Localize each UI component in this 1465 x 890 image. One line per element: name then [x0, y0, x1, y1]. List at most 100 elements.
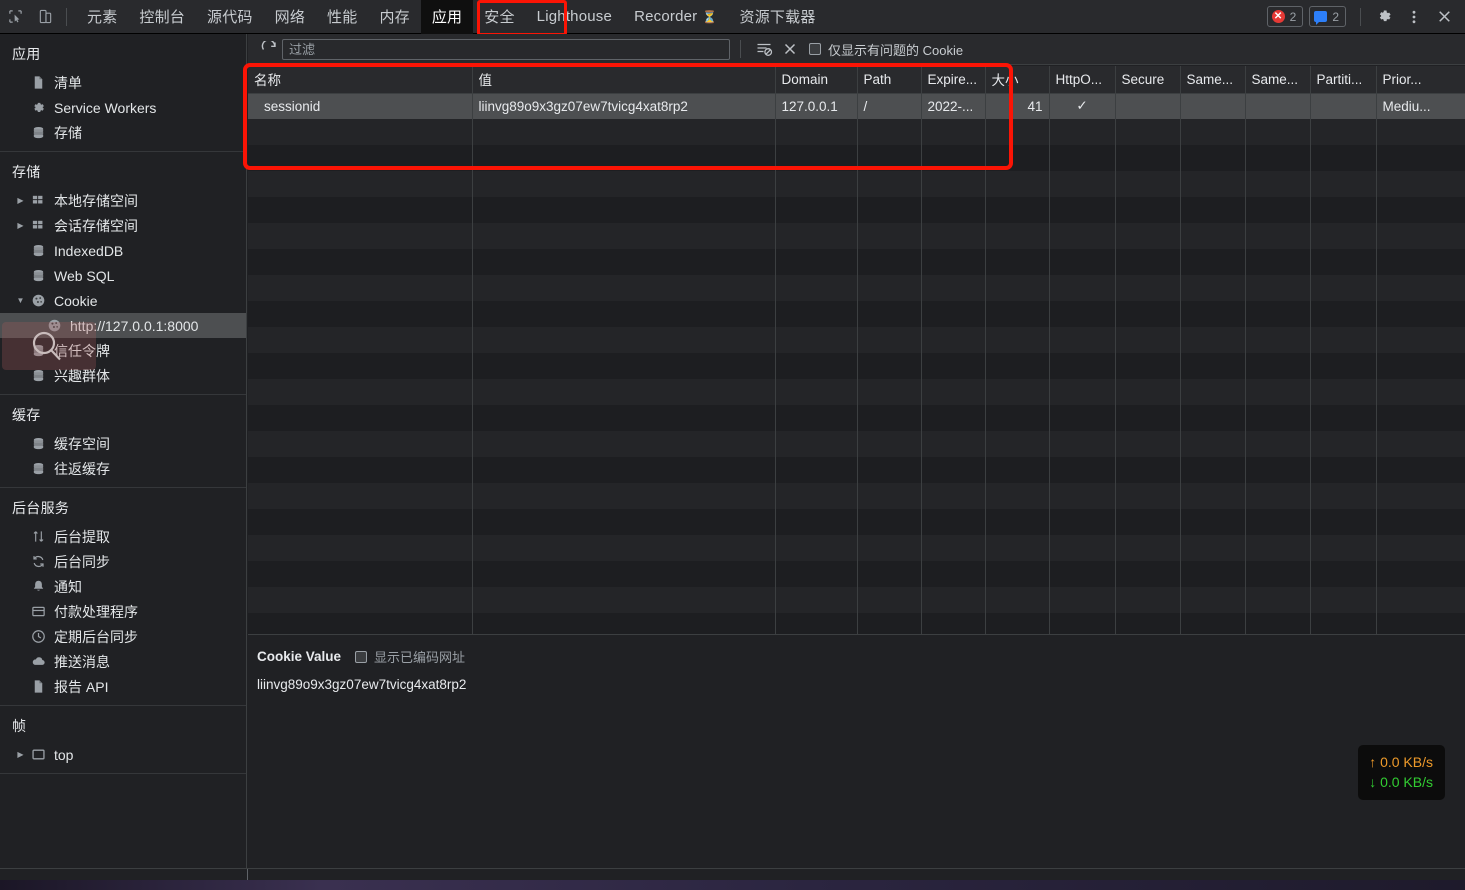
sidebar-item-[interactable]: 信任令牌 [0, 338, 246, 363]
empty-cell [857, 535, 922, 561]
empty-cell [857, 353, 922, 379]
column-header-1[interactable]: 值 [472, 66, 776, 94]
column-header-7[interactable]: Secure [1115, 66, 1181, 94]
sidebar-item-label: 本地存储空间 [54, 192, 138, 209]
column-header-4[interactable]: Expire... [921, 66, 986, 94]
desktop-taskbar [0, 880, 1465, 890]
empty-cell [1376, 327, 1465, 353]
document-icon [27, 679, 49, 694]
checkbox-box[interactable] [355, 650, 368, 663]
sidebar-item-[interactable]: 缓存空间 [0, 431, 246, 456]
upload-arrow-icon: ↑ [1369, 754, 1377, 770]
table-header-row[interactable]: 名称值 Domain Path Expire... 大小 HttpO... Secure Sa… [248, 66, 1465, 94]
sidebar-item-label: http://127.0.0.1:8000 [70, 317, 199, 334]
device-toolbar-icon[interactable] [30, 3, 60, 31]
message-badge[interactable]: 2 [1309, 6, 1346, 27]
empty-cell [985, 509, 1050, 535]
clear-all-cookies-icon[interactable] [777, 37, 803, 61]
checkbox-box[interactable] [809, 43, 821, 55]
application-sidebar[interactable]: 应用 清单 Service Workers 存储 存储 ▶ 本地存储空间 ▶ 会话存储空间 Ind… [0, 34, 247, 868]
empty-cell [1245, 561, 1311, 587]
sidebar-section-title: 应用 [12, 46, 41, 62]
tab-9[interactable]: Recorder ⏳ [623, 0, 728, 34]
empty-cell [1376, 509, 1465, 535]
sidebar-item-[interactable]: 推送消息 [0, 649, 246, 674]
sidebar-item-cookie[interactable]: ▼ Cookie [0, 288, 246, 313]
empty-cell [1049, 561, 1116, 587]
sidebar-item-[interactable]: 清单 [0, 70, 246, 95]
grid-icon [27, 218, 49, 233]
empty-cell [1376, 353, 1465, 379]
only-problematic-cookies-checkbox[interactable]: 仅显示有问题的 Cookie [809, 40, 963, 59]
empty-cell [921, 327, 986, 353]
chevron-right-icon[interactable]: ▶ [14, 196, 27, 205]
sidebar-item-[interactable]: 存储 [0, 120, 246, 145]
column-header-9[interactable]: Same... [1245, 66, 1311, 94]
inspect-element-icon[interactable] [0, 3, 30, 31]
clear-filtered-cookies-icon[interactable] [751, 37, 777, 61]
empty-cell [921, 379, 986, 405]
sidebar-section-title: 存储 [12, 164, 41, 180]
column-header-11[interactable]: Prior... [1376, 66, 1465, 94]
tab-5[interactable]: 内存 [368, 0, 420, 34]
sidebar-item-indexeddb[interactable]: IndexedDB [0, 238, 246, 263]
column-header-10[interactable]: Partiti... [1310, 66, 1377, 94]
empty-cell [857, 275, 922, 301]
chevron-down-icon[interactable]: ▼ [14, 296, 27, 305]
sidebar-item-[interactable]: 往返缓存 [0, 456, 246, 481]
tab-8[interactable]: Lighthouse [526, 0, 623, 34]
message-count: 2 [1332, 9, 1339, 24]
column-header-2[interactable]: Domain [775, 66, 858, 94]
sidebar-item-[interactable]: 定期后台同步 [0, 624, 246, 649]
sidebar-item-[interactable]: 兴趣群体 [0, 363, 246, 388]
column-header-6[interactable]: HttpO... [1049, 66, 1116, 94]
empty-cell [985, 457, 1050, 483]
table-empty-row [248, 171, 1465, 197]
sidebar-item-web-sql[interactable]: Web SQL [0, 263, 246, 288]
tab-7[interactable]: 安全 [473, 0, 525, 34]
tab-10[interactable]: 资源下载器 [729, 0, 827, 34]
empty-cell [1310, 535, 1377, 561]
tab-4[interactable]: 性能 [316, 0, 368, 34]
column-header-8[interactable]: Same... [1180, 66, 1246, 94]
sidebar-item-http-127-0-0-1-8000[interactable]: http://127.0.0.1:8000 [0, 313, 246, 338]
cookies-table-container[interactable]: 名称值 Domain Path Expire... 大小 HttpO... Secure Sa… [248, 66, 1465, 666]
table-row[interactable]: sessionid liinvg89o9x3gz07ew7tvicg4xat8rp… [248, 93, 1465, 119]
bottom-strip [0, 868, 1465, 881]
sidebar-item-[interactable]: 付款处理程序 [0, 599, 246, 624]
column-header-5[interactable]: 大小 [985, 66, 1050, 94]
tab-0[interactable]: 元素 [76, 0, 128, 34]
tab-6[interactable]: 应用 [420, 0, 474, 34]
tab-label: 源代码 [207, 9, 253, 26]
column-header-0[interactable]: 名称 [248, 66, 473, 94]
empty-cell [985, 483, 1050, 509]
refresh-icon[interactable] [256, 37, 282, 61]
tab-2[interactable]: 源代码 [196, 0, 264, 34]
column-header-3[interactable]: Path [857, 66, 922, 94]
sidebar-item-service-workers[interactable]: Service Workers [0, 95, 246, 120]
close-icon[interactable] [1429, 3, 1459, 31]
empty-cell [775, 561, 858, 587]
sidebar-item-label: 报告 API [54, 678, 109, 695]
chevron-right-icon[interactable]: ▶ [14, 750, 27, 759]
sidebar-item-[interactable]: 后台提取 [0, 524, 246, 549]
sidebar-item-[interactable]: 通知 [0, 574, 246, 599]
sidebar-item-[interactable]: ▶ 会话存储空间 [0, 213, 246, 238]
empty-cell [1310, 327, 1377, 353]
chevron-right-icon[interactable]: ▶ [14, 221, 27, 230]
show-encoded-url-checkbox[interactable]: 显示已编码网址 [355, 647, 465, 666]
filter-input[interactable] [282, 38, 730, 60]
tab-1[interactable]: 控制台 [128, 0, 196, 34]
gear-icon[interactable] [1369, 3, 1399, 31]
tab-3[interactable]: 网络 [264, 0, 316, 34]
sidebar-item-top[interactable]: ▶ top [0, 742, 246, 767]
sidebar-item-[interactable]: ▶ 本地存储空间 [0, 188, 246, 213]
error-badge[interactable]: ✕ 2 [1266, 6, 1304, 27]
empty-cell [1180, 509, 1246, 535]
sidebar-section-3: 后台服务 后台提取 后台同步 通知 付款处理程序 定期后台同步 推送消息 报告 API [0, 488, 246, 706]
empty-cell [921, 197, 986, 223]
more-vertical-icon[interactable] [1399, 3, 1429, 31]
empty-cell [1180, 119, 1246, 145]
sidebar-item-api[interactable]: 报告 API [0, 674, 246, 699]
sidebar-item-[interactable]: 后台同步 [0, 549, 246, 574]
